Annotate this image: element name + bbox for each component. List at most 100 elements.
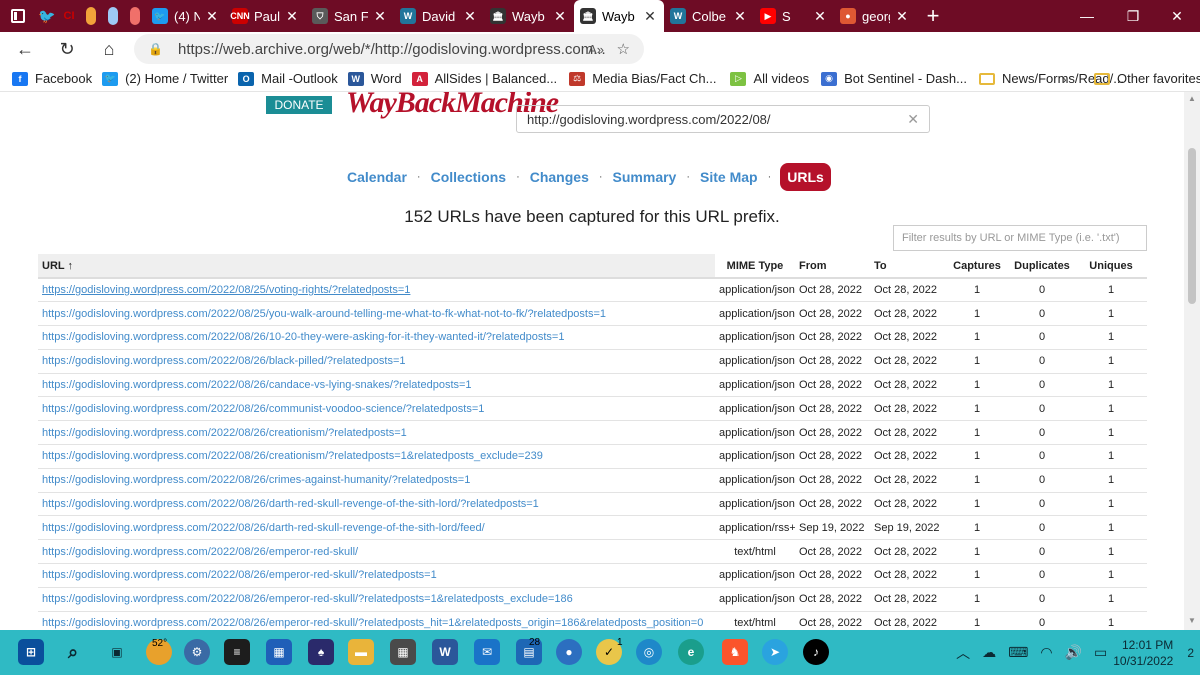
clock-app-icon[interactable]: ◎ (636, 639, 662, 665)
brave-icon[interactable]: ♞ (722, 639, 748, 665)
browser-tab[interactable]: CNNPaul F✕ (226, 0, 306, 32)
wifi-icon[interactable]: ◠ (1040, 644, 1052, 661)
settings-icon[interactable]: ⚙ (184, 639, 210, 665)
favorite-item[interactable]: ◉ Bot Sentinel - Dash... (821, 71, 967, 86)
pinned-tab-cnn[interactable]: CI (58, 0, 80, 32)
home-icon[interactable]: ⌂ (92, 34, 126, 64)
calculator-icon[interactable]: ▦ (390, 639, 416, 665)
close-tab-icon[interactable]: ✕ (642, 8, 658, 25)
browser-tab[interactable]: W Colbe ✕ (664, 0, 754, 32)
favorites-overflow-chevron-icon[interactable]: › (1062, 71, 1067, 87)
nav-tab-urls[interactable]: URLs (780, 163, 831, 191)
url-link[interactable]: https://godisloving.wordpress.com/2022/0… (38, 396, 715, 421)
browser-tab[interactable]: ⛉ San Fr✕ (306, 0, 394, 32)
chat-icon[interactable]: ● (556, 639, 582, 665)
close-tab-icon[interactable]: ✕ (552, 8, 568, 25)
filter-input[interactable]: Filter results by URL or MIME Type (i.e.… (893, 225, 1147, 251)
url-link[interactable]: https://godisloving.wordpress.com/2022/0… (38, 610, 715, 630)
url-link[interactable]: https://godisloving.wordpress.com/2022/0… (38, 467, 715, 493)
url-link[interactable]: https://godisloving.wordpress.com/2022/0… (38, 420, 715, 445)
url-link[interactable]: https://godisloving.wordpress.com/2022/0… (38, 444, 715, 469)
url-link[interactable]: https://godisloving.wordpress.com/2022/0… (38, 586, 715, 612)
nav-tab-calendar[interactable]: Calendar (338, 169, 416, 185)
pinned-tab-twitter[interactable]: 🐦 (36, 0, 58, 32)
column-header-uniques[interactable]: Uniques (1075, 254, 1147, 279)
tab-actions-icon[interactable] (0, 0, 36, 32)
close-tab-icon[interactable]: ✕ (204, 8, 220, 25)
nav-tab-collections[interactable]: Collections (422, 169, 515, 185)
favorite-item[interactable]: A AllSides | Balanced... (411, 71, 557, 86)
browser-tab[interactable]: 🐦 (4) Nc✕ (146, 0, 226, 32)
column-header-to[interactable]: To (870, 254, 945, 279)
url-link[interactable]: https://godisloving.wordpress.com/2022/0… (38, 515, 715, 540)
address-bar[interactable]: 🔒 https://web.archive.org/web/*/http://g… (134, 34, 644, 64)
donate-button[interactable]: DONATE (266, 96, 332, 114)
tiktok-icon[interactable]: ♪ (803, 639, 829, 665)
file-explorer-icon[interactable]: ▬ (348, 639, 374, 665)
address-url[interactable]: https://web.archive.org/web/*/http://god… (178, 41, 606, 58)
favorite-item[interactable]: ⚖ Media Bias/Fact Ch... (569, 71, 716, 86)
column-header-mime[interactable]: MIME Type (715, 254, 795, 279)
url-link[interactable]: https://godisloving.wordpress.com/2022/0… (38, 563, 715, 588)
word-icon[interactable]: W (432, 639, 458, 665)
url-link[interactable]: https://godisloving.wordpress.com/2022/0… (38, 539, 715, 564)
start-button[interactable]: ⊞ (18, 639, 44, 665)
scroll-up-icon[interactable]: ▲ (1188, 94, 1196, 103)
notepad-icon[interactable]: ≡ (224, 639, 250, 665)
telegram-icon[interactable]: ➤ (762, 639, 788, 665)
browser-tab[interactable]: ▶ S ✕ (754, 0, 834, 32)
wayback-url-input[interactable]: http://godisloving.wordpress.com/2022/08… (516, 105, 930, 133)
column-header-url[interactable]: URL ↑ (38, 254, 715, 279)
favorite-item[interactable]: f Facebook (12, 71, 92, 86)
maximize-button[interactable]: ❐ (1110, 0, 1156, 32)
url-link[interactable]: https://godisloving.wordpress.com/2022/0… (38, 277, 715, 302)
wayback-url-value[interactable]: http://godisloving.wordpress.com/2022/08… (527, 112, 771, 127)
clear-icon[interactable]: ✕ (907, 111, 919, 128)
page-scrollbar[interactable]: ▲ ▼ (1184, 92, 1200, 630)
notification-count[interactable]: 2 (1187, 646, 1194, 660)
favorite-item[interactable]: 🐦 (2) Home / Twitter (102, 71, 228, 86)
pinned-tab-blue[interactable] (102, 0, 124, 32)
close-tab-icon[interactable]: ✕ (732, 8, 748, 25)
column-header-duplicates[interactable]: Duplicates (1009, 254, 1075, 279)
favorite-item[interactable]: W Word (347, 71, 402, 86)
nav-tab-site-map[interactable]: Site Map (691, 169, 767, 185)
back-icon[interactable]: ← (8, 34, 42, 64)
url-link[interactable]: https://godisloving.wordpress.com/2022/0… (38, 348, 715, 374)
edge-icon[interactable]: e (678, 639, 704, 665)
close-window-button[interactable]: ✕ (1154, 0, 1200, 32)
browser-tab[interactable]: 🏛 Wayb ✕ (484, 0, 574, 32)
browser-tab[interactable]: ● georg✕ (834, 0, 916, 32)
mail-icon[interactable]: ✉ (474, 639, 500, 665)
chevron-up-icon[interactable]: ︿ (956, 643, 970, 663)
minimize-button[interactable]: — (1064, 0, 1110, 32)
volume-icon[interactable]: 🔊 (1065, 644, 1082, 661)
solitaire-icon[interactable]: ♠ (308, 639, 334, 665)
nav-tab-changes[interactable]: Changes (521, 169, 598, 185)
url-link[interactable]: https://godisloving.wordpress.com/2022/0… (38, 491, 715, 516)
url-link[interactable]: https://godisloving.wordpress.com/2022/0… (38, 325, 715, 350)
close-tab-icon[interactable]: ✕ (894, 8, 910, 25)
search-icon[interactable]: ⌕ (60, 639, 86, 665)
url-link[interactable]: https://godisloving.wordpress.com/2022/0… (38, 372, 715, 397)
close-tab-icon[interactable]: ✕ (462, 8, 478, 25)
column-header-from[interactable]: From (795, 254, 870, 279)
store-icon[interactable]: ▦ (266, 639, 292, 665)
lock-icon[interactable]: 🔒 (148, 42, 164, 56)
clock[interactable]: 12:01 PM 10/31/2022 (1113, 637, 1173, 669)
battery-icon[interactable]: ▭ (1094, 644, 1107, 661)
close-tab-icon[interactable]: ✕ (284, 8, 300, 25)
pinned-tab-orange[interactable] (80, 0, 102, 32)
favorite-item[interactable]: ▷ All videos (730, 71, 809, 86)
close-tab-icon[interactable]: ✕ (372, 8, 388, 25)
read-aloud-icon[interactable]: A» (588, 42, 604, 57)
keyboard-icon[interactable]: ⌨ (1008, 644, 1028, 661)
favorite-item[interactable]: O Mail -Outlook (238, 71, 338, 86)
pinned-tab-red[interactable] (124, 0, 146, 32)
browser-tab[interactable]: W David ✕ (394, 0, 484, 32)
task-view-icon[interactable]: ▣ (104, 639, 130, 665)
browser-tab[interactable]: 🏛 Wayb ✕ (574, 0, 664, 32)
close-tab-icon[interactable]: ✕ (812, 8, 828, 25)
nav-tab-summary[interactable]: Summary (604, 169, 686, 185)
scrollbar-thumb[interactable] (1188, 148, 1196, 304)
